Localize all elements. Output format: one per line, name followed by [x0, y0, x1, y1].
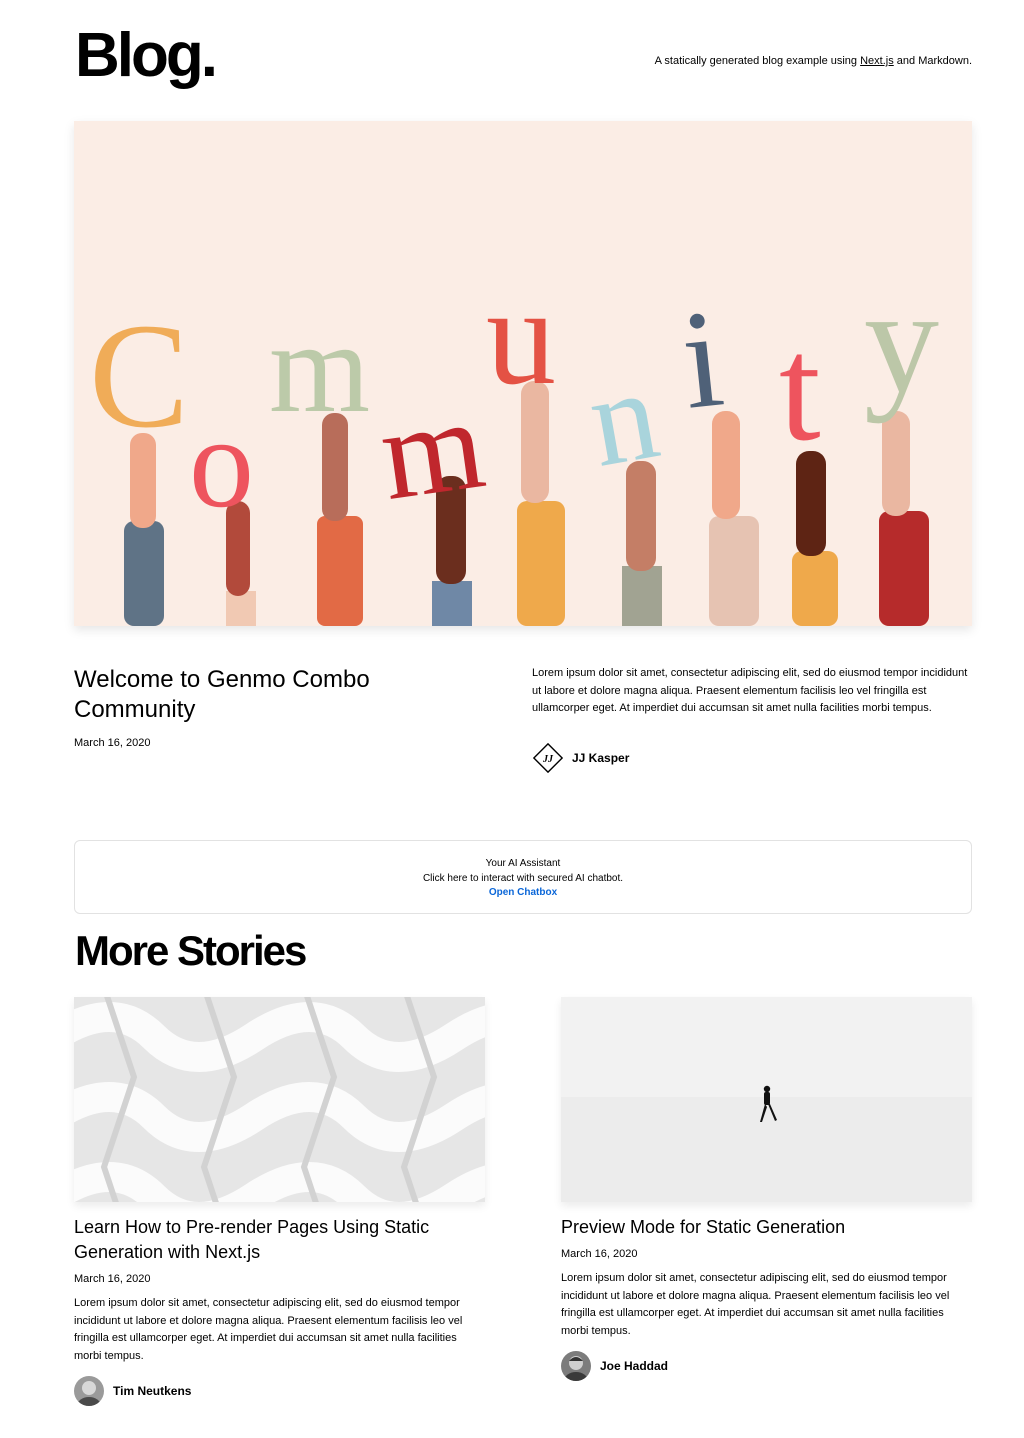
more-stories-heading: More Stories: [75, 927, 307, 974]
story-card: Preview Mode for Static Generation March…: [561, 997, 972, 1340]
story-cover-image[interactable]: [74, 997, 485, 1202]
nextjs-link[interactable]: Next.js: [860, 55, 894, 67]
site-tagline: A statically generated blog example usin…: [655, 55, 972, 67]
svg-text:JJ: JJ: [542, 754, 554, 765]
svg-text:t: t: [779, 306, 821, 472]
author-avatar-jj: JJ: [533, 743, 563, 773]
svg-text:m: m: [269, 296, 370, 440]
hero-post-date: March 16, 2020: [74, 737, 151, 749]
story-title[interactable]: Learn How to Pre-render Pages Using Stat…: [74, 1215, 485, 1265]
ai-assistant-banner[interactable]: Your AI Assistant Click here to interact…: [74, 840, 972, 914]
site-logo[interactable]: Blog.: [75, 24, 218, 88]
ai-assistant-heading: Your AI Assistant: [485, 858, 561, 869]
abstract-pattern-image: [74, 997, 485, 1202]
avatar-photo-icon: [74, 1376, 104, 1406]
hero-cover-image[interactable]: C o m m u n i t y: [74, 121, 972, 626]
story-title[interactable]: Preview Mode for Static Generation: [561, 1215, 972, 1240]
story-date: March 16, 2020: [74, 1273, 151, 1285]
svg-text:o: o: [189, 391, 254, 535]
svg-text:u: u: [486, 259, 556, 414]
author-avatar-tim: [74, 1376, 104, 1406]
site-header: Blog. A statically generated blog exampl…: [75, 24, 972, 94]
story-excerpt: Lorem ipsum dolor sit amet, consectetur …: [561, 1272, 950, 1337]
svg-text:y: y: [864, 258, 939, 424]
avatar-photo-icon: [561, 1351, 591, 1381]
svg-text:m: m: [372, 371, 492, 528]
story-cover-image[interactable]: [561, 997, 972, 1202]
community-illustration: C o m m u n i t y: [74, 121, 972, 626]
hero-post-excerpt: Lorem ipsum dolor sit amet, consectetur …: [532, 667, 968, 714]
story-date: March 16, 2020: [561, 1248, 638, 1260]
author-name: JJ Kasper: [572, 751, 630, 765]
tagline-suffix: and Markdown.: [893, 55, 972, 67]
svg-text:C: C: [89, 293, 189, 459]
author-name: Joe Haddad: [600, 1359, 669, 1373]
story-card: Learn How to Pre-render Pages Using Stat…: [74, 997, 485, 1365]
author-avatar-joe: [561, 1351, 591, 1381]
hero-post-title[interactable]: Welcome to Genmo Combo Community: [74, 665, 494, 725]
tagline-prefix: A statically generated blog example usin…: [654, 55, 861, 67]
story-author: Tim Neutkens: [74, 1376, 191, 1406]
author-name: Tim Neutkens: [113, 1384, 192, 1398]
open-chatbox-link[interactable]: Open Chatbox: [489, 887, 557, 898]
walking-person-image: [561, 997, 972, 1202]
story-excerpt: Lorem ipsum dolor sit amet, consectetur …: [74, 1297, 463, 1362]
ai-assistant-subtext: Click here to interact with secured AI c…: [422, 872, 624, 884]
jj-logo-icon: JJ: [533, 743, 563, 773]
hero-author: JJ JJ Kasper: [533, 743, 629, 773]
story-author: Joe Haddad: [561, 1351, 668, 1381]
